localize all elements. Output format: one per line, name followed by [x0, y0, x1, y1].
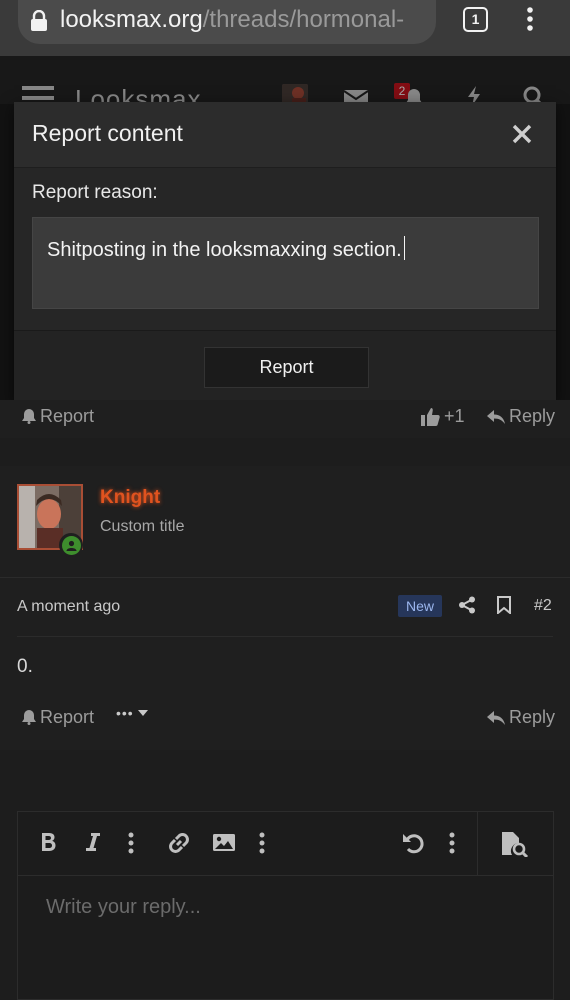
more-options-icon[interactable]	[259, 832, 265, 854]
reply-icon	[487, 409, 505, 424]
post-timestamp[interactable]: A moment ago	[17, 598, 120, 616]
bell-icon	[22, 710, 36, 725]
post-body: 0.	[17, 656, 33, 677]
close-icon[interactable]	[512, 124, 532, 144]
thumbs-up-icon	[421, 407, 440, 426]
online-status-icon	[59, 533, 83, 557]
post-1-report-button[interactable]: Report	[22, 406, 94, 427]
post-1-reaction[interactable]: +1	[421, 406, 465, 427]
bell-icon	[22, 409, 36, 424]
browser-menu-icon[interactable]	[525, 6, 535, 32]
reply-label: Reply	[509, 707, 556, 727]
bookmark-icon[interactable]	[497, 596, 511, 614]
divider	[0, 577, 570, 578]
url-path: /threads/hormonal-	[202, 6, 405, 33]
report-reason-input[interactable]: Shitposting in the looksmaxxing section.	[32, 217, 539, 309]
editor-toolbar	[18, 812, 553, 876]
more-options-icon[interactable]	[449, 832, 455, 854]
divider	[17, 636, 553, 637]
reply-icon	[487, 710, 505, 725]
report-label: Report	[40, 707, 95, 727]
report-modal: Report content Report reason: Shitpostin…	[14, 102, 556, 402]
text-caret	[403, 236, 405, 260]
post-number-link[interactable]: #2	[534, 597, 552, 615]
post-2-report-button[interactable]: Report	[22, 707, 94, 728]
modal-header: Report content	[14, 102, 556, 168]
link-icon[interactable]	[167, 831, 191, 855]
reply-editor: Write your reply...	[17, 811, 554, 1000]
toolbar-separator	[477, 812, 478, 876]
bold-icon[interactable]	[40, 832, 57, 852]
url-host: looksmax.org	[60, 6, 203, 33]
preview-icon[interactable]	[501, 831, 529, 857]
tab-switcher-button[interactable]: 1	[463, 7, 488, 32]
reply-label: Reply	[509, 406, 556, 426]
more-options-icon[interactable]	[128, 832, 134, 854]
share-icon[interactable]	[458, 596, 476, 614]
reaction-count: +1	[444, 406, 465, 426]
post-1-reply-button[interactable]: Reply	[487, 406, 555, 427]
modal-footer: Report	[14, 330, 556, 402]
post-2-more-menu[interactable]: •••	[116, 705, 148, 721]
post-2-reply-button[interactable]: Reply	[487, 707, 555, 728]
username[interactable]: Knight	[100, 487, 160, 509]
reply-input[interactable]: Write your reply...	[46, 896, 201, 919]
report-label: Report	[40, 406, 95, 426]
image-icon[interactable]	[212, 833, 236, 852]
lock-icon	[30, 10, 48, 32]
report-submit-button[interactable]: Report	[204, 347, 369, 388]
new-badge: New	[398, 595, 442, 617]
more-dots: •••	[116, 705, 134, 721]
modal-title: Report content	[32, 120, 183, 146]
report-reason-label: Report reason:	[32, 182, 158, 203]
url-text[interactable]: looksmax.org/threads/hormonal-	[60, 6, 432, 34]
caret-down-icon	[137, 709, 148, 717]
undo-icon[interactable]	[402, 832, 424, 854]
user-title: Custom title	[100, 518, 185, 535]
report-reason-text: Shitposting in the looksmaxxing section.	[47, 239, 402, 261]
italic-icon[interactable]	[86, 832, 100, 852]
